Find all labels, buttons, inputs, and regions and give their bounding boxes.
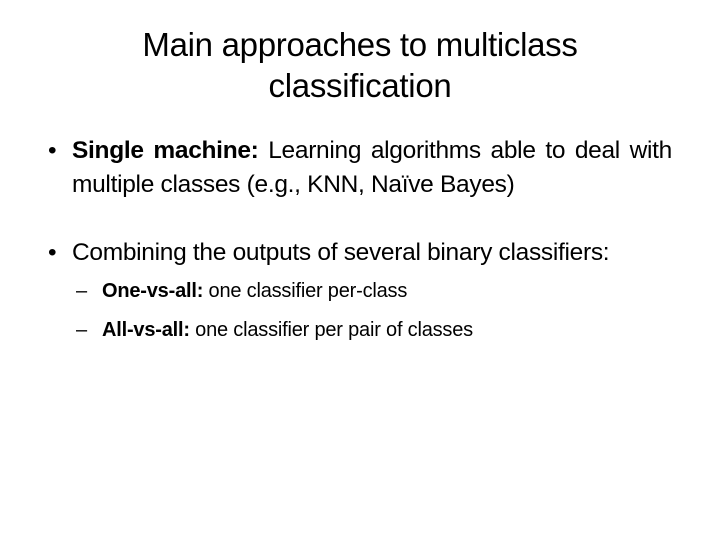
subitem-marker: – [76,280,87,302]
slide: Main approaches to multiclass classifica… [0,0,720,540]
subitem-marker: – [76,319,87,341]
subitem-term: All-vs-all: [102,319,190,341]
bullet-marker: • [48,239,57,266]
bullet-single-machine: • Single machine: Learning algorithms ab… [46,134,672,202]
subitem-text: one classifier per-class [203,280,408,302]
slide-title: Main approaches to multiclass classifica… [60,24,660,106]
slide-body: • Single machine: Learning algorithms ab… [46,134,672,343]
bullet-term: Single machine: [72,137,259,164]
subitem-all-vs-all: – All-vs-all: one classifier per pair of… [46,317,672,343]
bullet-text: Combining the outputs of several binary … [72,239,610,266]
subitem-text: one classifier per pair of classes [189,319,473,341]
bullet-marker: • [48,137,57,164]
bullet-combining-binary: • Combining the outputs of several binar… [46,236,672,270]
title-line-2: classification [268,67,452,104]
title-line-1: Main approaches to multiclass [142,26,578,63]
subitem-one-vs-all: – One-vs-all: one classifier per-class [46,278,672,304]
subitem-term: One-vs-all: [102,280,204,302]
